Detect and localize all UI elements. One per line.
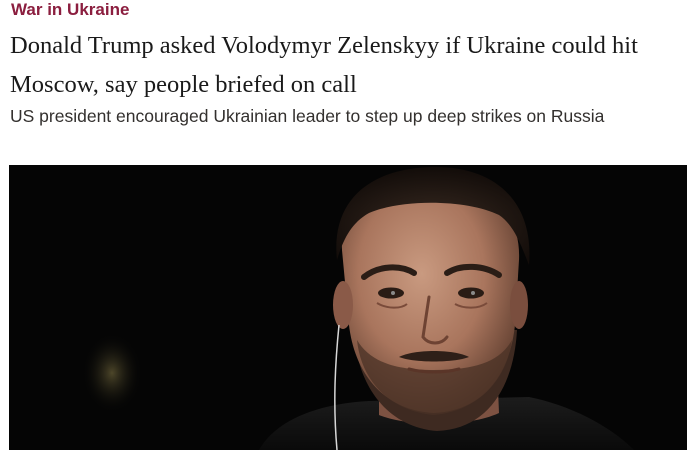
- hero-image: [9, 165, 687, 450]
- article-standfirst: US president encouraged Ukrainian leader…: [10, 106, 605, 126]
- article-headline: Donald Trump asked Volodymyr Zelenskyy i…: [10, 32, 638, 98]
- article-page: War in Ukraine Donald Trump asked Volody…: [0, 0, 700, 450]
- portrait-photo: [9, 165, 687, 450]
- topic-link[interactable]: War in Ukraine: [11, 0, 129, 19]
